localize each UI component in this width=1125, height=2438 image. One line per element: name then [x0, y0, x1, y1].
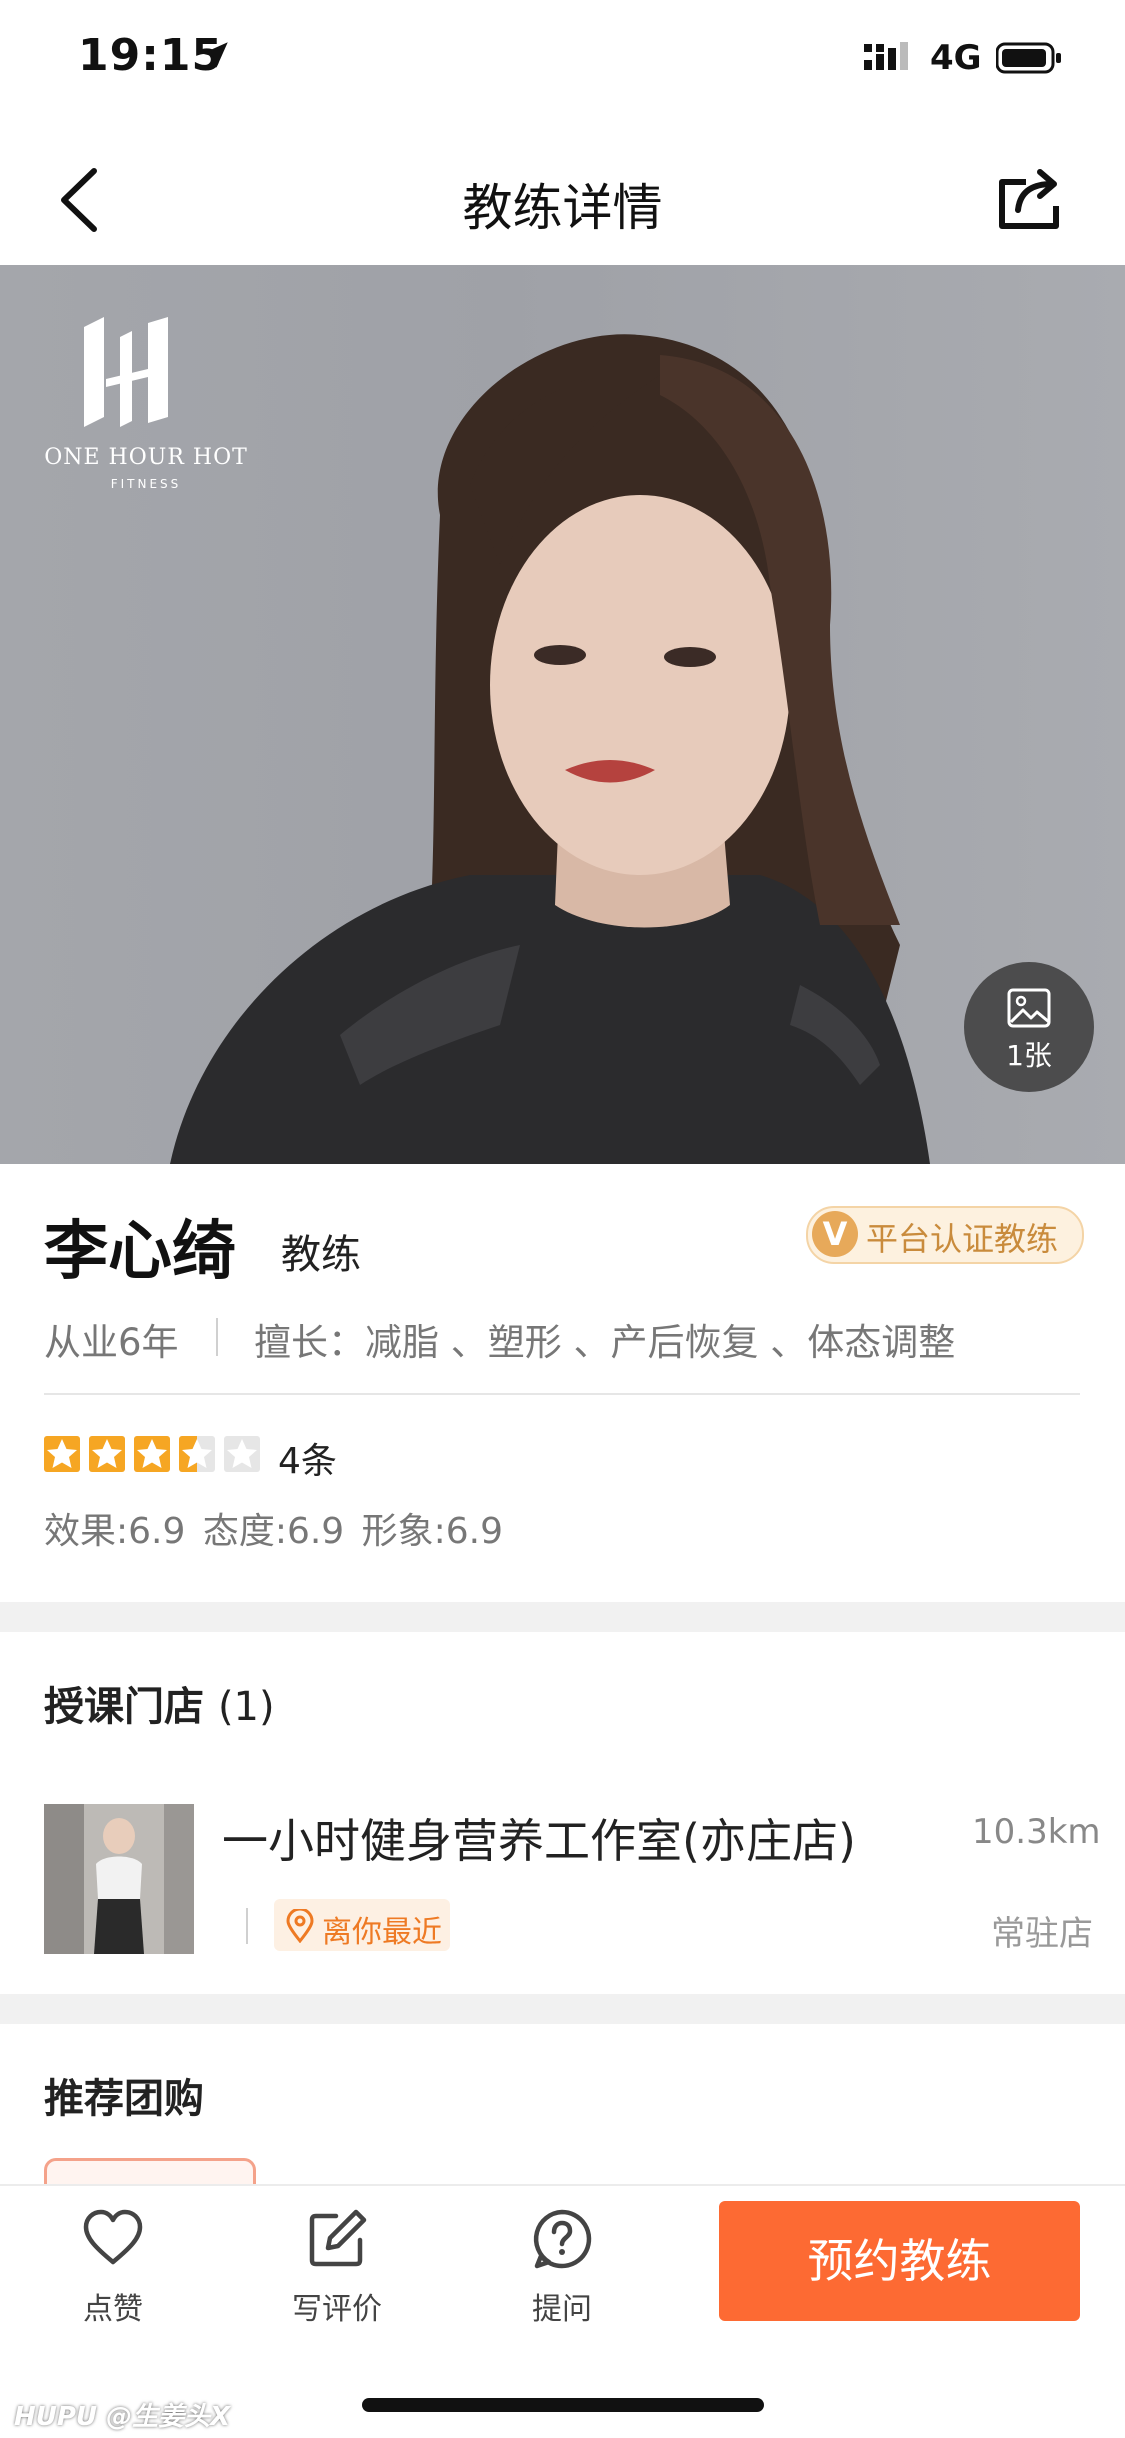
question-icon [533, 2209, 592, 2269]
image-icon [1007, 988, 1051, 1028]
write-review-label: 写评价 [292, 2292, 382, 2327]
coach-role: 教练 [281, 1232, 361, 1278]
photo-count-button[interactable]: 1张 [964, 962, 1094, 1092]
brand-name: ONE HOUR HOT [44, 445, 248, 470]
star-icon [224, 1436, 260, 1472]
verified-v-icon: V [812, 1211, 858, 1257]
book-coach-button[interactable]: 预约教练 [719, 2201, 1080, 2321]
network-type: 4G [930, 38, 982, 78]
store-name[interactable]: 一小时健身营养工作室(亦庄店) [222, 1805, 856, 1871]
edit-icon [309, 2209, 367, 2267]
section-gap [0, 1994, 1125, 2024]
section-gap [0, 1602, 1125, 1632]
battery-icon [996, 42, 1061, 74]
share-icon[interactable] [996, 162, 1062, 232]
store-thumbnail-image [44, 1804, 194, 1954]
coach-photo[interactable]: ONE HOUR HOT FITNESS 1张 [0, 265, 1125, 1164]
ask-label: 提问 [532, 2292, 592, 2327]
verified-label: 平台认证教练 [866, 1220, 1059, 1258]
rating-scores: 效果:6.9 态度:6.9 形象:6.9 [44, 1511, 504, 1552]
coach-skills: 擅长：减脂 、塑形 、产后恢复 、体态调整 [254, 1321, 956, 1364]
store-distance: 10.3km [972, 1812, 1101, 1852]
heart-icon [83, 2209, 143, 2265]
stores-count: (1) [217, 1684, 275, 1730]
watermark: HUPU @生姜头X [14, 2402, 231, 2432]
verified-coach-badge: V 平台认证教练 [806, 1206, 1084, 1264]
star-icon [179, 1436, 215, 1472]
store-thumbnail[interactable] [44, 1804, 194, 1954]
review-count[interactable]: 4条 [278, 1432, 337, 1484]
home-indicator[interactable] [362, 2398, 764, 2412]
nearest-tag: 离你最近 [274, 1899, 450, 1951]
like-label: 点赞 [83, 2292, 143, 2327]
location-pin-icon [286, 1909, 314, 1943]
coach-name: 李心绮 [44, 1215, 236, 1289]
star-icon [44, 1436, 80, 1472]
page-title: 教练详情 [462, 179, 663, 237]
stores-title-text: 授课门店 [44, 1684, 204, 1730]
status-bar: 19:15 4G [0, 0, 1125, 120]
star-icon [134, 1436, 170, 1472]
star-icon [89, 1436, 125, 1472]
photo-count-label: 1张 [1006, 1039, 1052, 1072]
nearest-tag-label: 离你最近 [322, 1915, 442, 1950]
signal-icon [864, 42, 908, 70]
location-arrow-icon [202, 42, 228, 68]
brand-subtitle: FITNESS [110, 477, 182, 491]
group-buy-section-title: 推荐团购 [44, 2076, 204, 2122]
divider [246, 1908, 248, 1944]
stores-section-title: 授课门店 (1) [44, 1674, 275, 1732]
store-type: 常驻店 [991, 1914, 1093, 1954]
divider [216, 1318, 218, 1356]
experience-years: 从业6年 [44, 1321, 179, 1364]
divider [44, 1393, 1080, 1395]
nav-bar: 教练详情 [0, 120, 1125, 266]
